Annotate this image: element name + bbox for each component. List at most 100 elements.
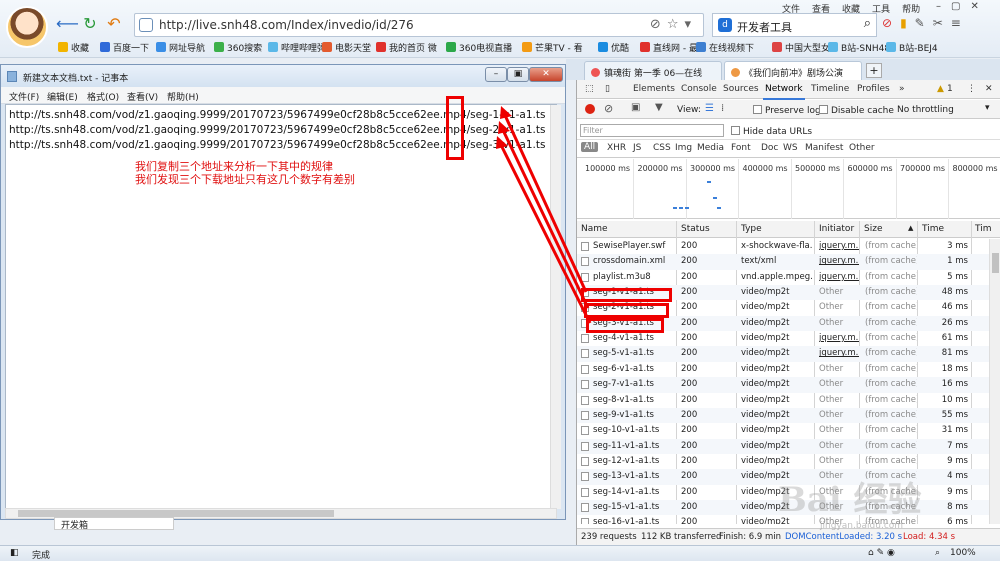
scrollbar-thumb[interactable]	[18, 510, 334, 517]
url-text[interactable]: http://live.snh48.com/Index/invedio/id/2…	[159, 18, 414, 32]
zoom-icon[interactable]: ⌕	[935, 548, 940, 558]
filter-input[interactable]: Filter	[580, 124, 724, 137]
settings-menu-icon[interactable]: ⋮	[967, 84, 976, 94]
cell-initiator[interactable]: jquery.m...	[819, 254, 859, 269]
undo-icon[interactable]: ↶	[104, 14, 124, 34]
bookmark-item[interactable]: 网址导航	[156, 41, 205, 54]
filter-icon[interactable]: ▼	[655, 102, 663, 113]
col-timeline[interactable]: Tim	[975, 224, 992, 234]
bookmark-item[interactable]: 直线网 - 最	[640, 41, 698, 54]
type-filter-manifest[interactable]: Manifest	[805, 143, 843, 153]
status-tools-icons[interactable]: ⌂ ✎ ◉	[868, 548, 895, 558]
zoom-level[interactable]: 100%	[950, 548, 976, 558]
type-filter-ws[interactable]: WS	[783, 143, 798, 153]
extension-icon[interactable]: ▮	[900, 16, 915, 30]
maximize-icon[interactable]: ▢	[951, 1, 970, 12]
cell-initiator[interactable]: jquery.m...	[819, 239, 859, 254]
col-size[interactable]: Size	[864, 224, 882, 234]
tab-profiles[interactable]: Profiles	[857, 84, 890, 94]
warning-icon[interactable]: ▲	[937, 84, 944, 94]
menu-file[interactable]: 文件	[782, 5, 800, 15]
record-icon[interactable]	[585, 104, 595, 114]
menu-view[interactable]: 查看(V)	[127, 90, 158, 103]
type-filter-all[interactable]: All	[581, 142, 599, 152]
block-icon[interactable]: ⊘	[650, 17, 667, 32]
network-request-row[interactable]: seg-8-v1-a1.ts 200 video/mp2t Other (from ca…	[577, 393, 989, 408]
bookmark-item[interactable]: 我的首页 微	[376, 41, 437, 54]
network-overview[interactable]: 100000 ms 200000 ms 300000 ms 400000 ms 5000…	[577, 159, 1000, 219]
type-filter-css[interactable]: CSS	[653, 143, 671, 153]
type-filter-media[interactable]: Media	[697, 143, 724, 153]
back-arrow-icon[interactable]: ⟵	[56, 14, 79, 34]
bookmark-item[interactable]: 收藏	[58, 41, 89, 54]
network-request-row[interactable]: seg-7-v1-a1.ts 200 video/mp2t Other (from ca…	[577, 377, 989, 393]
preserve-log-checkbox[interactable]: Preserve log	[753, 105, 821, 116]
network-request-row[interactable]: seg-4-v1-a1.ts 200 video/mp2t jquery.m... (f…	[577, 331, 989, 346]
minimize-icon[interactable]: –	[485, 67, 507, 82]
address-bar[interactable]: http://live.snh48.com/Index/invedio/id/2…	[134, 13, 704, 37]
menu-help[interactable]: 帮助	[902, 5, 920, 15]
search-icon[interactable]: ⌕	[864, 16, 871, 31]
notepad-titlebar[interactable]: 新建文本文档.txt - 记事本 – ▣ ✕	[1, 65, 565, 87]
network-request-row[interactable]: crossdomain.xml 200 text/xml jquery.m... (fr…	[577, 254, 989, 270]
col-type[interactable]: Type	[741, 224, 762, 234]
bookmark-item[interactable]: 电影天堂	[322, 41, 371, 54]
notepad-vertical-scrollbar[interactable]	[550, 105, 561, 509]
sort-arrow-icon[interactable]: ▲	[908, 224, 913, 232]
bookmark-item[interactable]: 百度一下	[100, 41, 149, 54]
type-filter-other[interactable]: Other	[849, 143, 875, 153]
network-request-row[interactable]: SewisePlayer.swf 200 x-shockwave-fla... jqu…	[577, 239, 989, 254]
bookmark-item[interactable]: 芒果TV - 看	[522, 41, 583, 54]
menu-view[interactable]: 查看	[812, 5, 830, 15]
type-filter-font[interactable]: Font	[731, 143, 751, 153]
refresh-icon[interactable]: ↻	[80, 14, 100, 34]
menu-favorites[interactable]: 收藏	[842, 5, 860, 15]
large-rows-icon[interactable]: ☰	[705, 103, 714, 114]
tab-elements[interactable]: Elements	[633, 84, 675, 94]
clear-icon[interactable]: ⊘	[604, 102, 613, 115]
tab-timeline[interactable]: Timeline	[811, 84, 849, 94]
download-icon[interactable]: ✎	[915, 16, 933, 30]
menu-format[interactable]: 格式(O)	[87, 90, 119, 103]
search-box[interactable]: d 开发者工具 ⌕	[712, 13, 877, 37]
menu-help[interactable]: 帮助(H)	[167, 90, 199, 103]
type-filter-img[interactable]: Img	[675, 143, 692, 153]
restore-icon[interactable]: ▣	[507, 67, 529, 82]
network-request-row[interactable]: playlist.m3u8 200 vnd.apple.mpeg... jquery.…	[577, 270, 989, 285]
network-request-row[interactable]: seg-6-v1-a1.ts 200 video/mp2t Other (from ca…	[577, 362, 989, 377]
bookmark-item[interactable]: 在线视频下	[696, 41, 754, 54]
network-request-row[interactable]: seg-9-v1-a1.ts 200 video/mp2t Other (from ca…	[577, 407, 989, 424]
menu-icon[interactable]: ≡	[951, 16, 969, 30]
type-filter-doc[interactable]: Doc	[761, 143, 778, 153]
cell-initiator[interactable]: jquery.m...	[819, 331, 859, 346]
bookmark-star-icon[interactable]: ☆	[667, 17, 685, 32]
browser-tab[interactable]: 镇魂街 第一季 06—在线	[584, 61, 722, 80]
bookmark-item[interactable]: B站-BEJ4	[886, 41, 938, 54]
hide-data-urls-checkbox[interactable]: Hide data URLs	[731, 126, 812, 137]
minimize-icon[interactable]: –	[936, 1, 951, 12]
tab-console[interactable]: Console	[681, 84, 717, 94]
bookmark-item[interactable]: 优酷	[598, 41, 629, 54]
disable-cache-checkbox[interactable]: Disable cache	[819, 105, 894, 116]
menu-edit[interactable]: 编辑(E)	[47, 90, 78, 103]
bookmark-item[interactable]: 360搜索	[214, 41, 262, 54]
bookmark-item[interactable]: 哔哩哔哩弹	[268, 41, 326, 54]
more-tabs-icon[interactable]: »	[899, 84, 905, 94]
close-devtools-icon[interactable]: ✕	[985, 84, 993, 94]
search-text[interactable]: 开发者工具	[737, 19, 792, 35]
dropdown-icon[interactable]: ▾	[684, 17, 697, 32]
bookmark-item[interactable]: 中国大型女	[772, 41, 830, 54]
throttling-select[interactable]: No throttling	[897, 105, 954, 115]
browser-tab-active[interactable]: 《我们向前冲》剧场公演	[724, 61, 862, 80]
new-tab-button[interactable]: +	[866, 63, 882, 78]
close-icon[interactable]: ✕	[970, 1, 988, 12]
tab-network[interactable]: Network	[763, 84, 805, 100]
col-status[interactable]: Status	[681, 224, 710, 234]
scissors-icon[interactable]: ✂	[933, 16, 951, 30]
network-request-row[interactable]: seg-11-v1-a1.ts 200 video/mp2t Other (from c…	[577, 438, 989, 454]
scrollbar-thumb[interactable]	[992, 253, 999, 273]
close-icon[interactable]: ✕	[529, 67, 563, 82]
bookmark-item[interactable]: 360电视直播	[446, 41, 512, 54]
cell-initiator[interactable]: jquery.m...	[819, 270, 859, 285]
cell-initiator[interactable]: jquery.m...	[819, 346, 859, 361]
